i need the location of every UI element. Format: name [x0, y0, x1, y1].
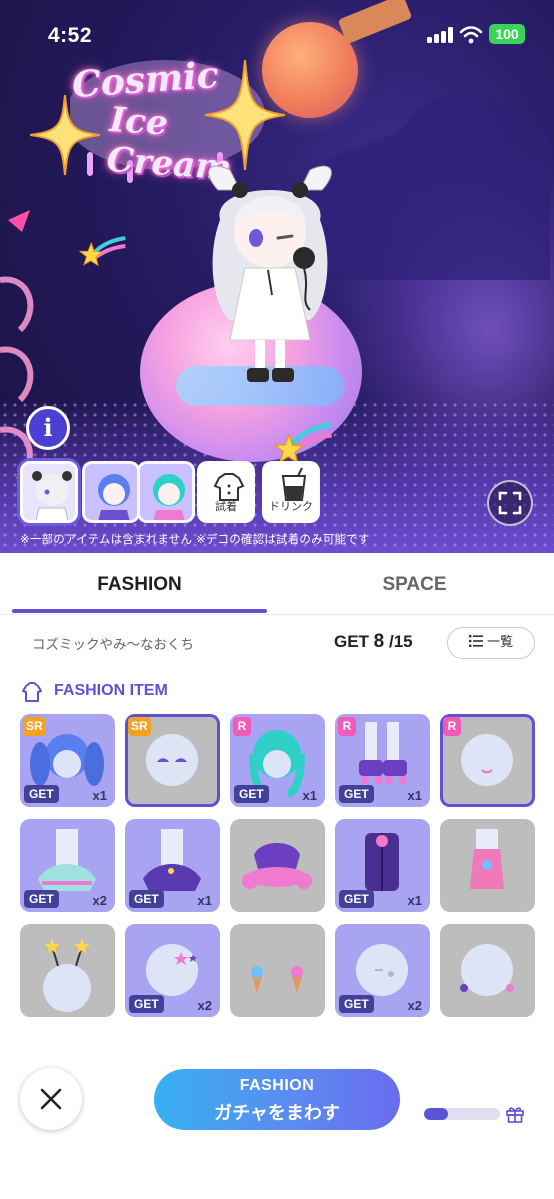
shooting-star-icon	[78, 236, 126, 267]
rarity-badge: R	[233, 717, 251, 736]
item-count: x2	[407, 998, 422, 1013]
item-tile[interactable]: R	[440, 714, 535, 807]
item-tile[interactable]: SR	[125, 714, 220, 807]
active-tab-indicator	[12, 609, 267, 613]
item-art	[470, 829, 504, 889]
thumbnail-avatar-2[interactable]	[82, 461, 140, 523]
item-tile[interactable]: R GET x1	[230, 714, 325, 807]
get-badge: GET	[339, 890, 374, 908]
item-art	[43, 938, 91, 1012]
item-tile[interactable]: SR GET x1	[20, 714, 115, 807]
get-badge: GET	[129, 890, 164, 908]
status-bar: 4:52 100	[0, 0, 554, 70]
avatar-character	[208, 165, 332, 382]
gift-progress-fill	[424, 1108, 449, 1120]
item-art	[460, 944, 514, 996]
item-art	[242, 843, 312, 889]
gift-icon[interactable]	[505, 1104, 525, 1124]
item-count: x2	[197, 998, 212, 1013]
item-count: x1	[92, 788, 107, 803]
item-tile[interactable]: GET x2	[335, 924, 430, 1017]
thumbnail-avatar-3[interactable]	[137, 461, 195, 523]
drink-button[interactable]: ドリンク	[262, 461, 320, 523]
signal-icon	[427, 27, 455, 43]
close-icon	[40, 1088, 62, 1110]
drink-icon	[281, 467, 307, 501]
item-art	[251, 966, 303, 994]
rarity-badge: SR	[23, 717, 46, 736]
item-count: x1	[197, 893, 212, 908]
gacha-name: コズミックやみ〜なおくち	[32, 637, 194, 653]
rarity-badge: SR	[128, 717, 151, 736]
get-badge: GET	[339, 785, 374, 803]
sparkle-icon	[205, 60, 285, 170]
item-tile[interactable]: GET x1	[335, 819, 430, 912]
item-tile[interactable]: GET x1	[125, 819, 220, 912]
expand-icon	[498, 491, 522, 515]
rarity-badge: R	[338, 717, 356, 736]
sparkle-icon	[30, 95, 100, 175]
section-title: FASHION ITEM	[54, 682, 168, 699]
get-badge: GET	[129, 995, 164, 1013]
item-tile[interactable]: GET x2	[125, 924, 220, 1017]
tab-space[interactable]: SPACE	[287, 553, 542, 615]
notice-text: ※一部のアイテムは含まれません ※デコの確認は試着のみ可能です	[20, 532, 370, 546]
tab-divider	[0, 614, 554, 615]
get-badge: GET	[234, 785, 269, 803]
rarity-badge: R	[443, 717, 461, 736]
get-badge: GET	[339, 995, 374, 1013]
info-button[interactable]: i	[26, 406, 70, 450]
item-count: x1	[407, 893, 422, 908]
list-icon	[468, 635, 483, 647]
item-tile[interactable]	[230, 924, 325, 1017]
tab-fashion[interactable]: FASHION	[12, 553, 267, 615]
item-tile[interactable]: R GET x1	[335, 714, 430, 807]
battery-indicator: 100	[489, 24, 525, 44]
status-time: 4:52	[48, 24, 93, 47]
get-badge: GET	[24, 890, 59, 908]
gift-progress-bar	[424, 1108, 500, 1120]
item-count: x1	[302, 788, 317, 803]
shirt-icon	[22, 682, 42, 702]
item-count: x2	[92, 893, 107, 908]
hero-banner: Cosmic Ice Cream 4:52 100 i 試着 ドリンク ※一部の…	[0, 0, 554, 553]
item-tile[interactable]	[440, 819, 535, 912]
shirt-icon	[213, 473, 245, 501]
category-tabs: FASHION SPACE	[0, 553, 554, 615]
close-button[interactable]	[20, 1068, 82, 1130]
item-tile[interactable]	[230, 819, 325, 912]
item-tile[interactable]: GET x2	[20, 819, 115, 912]
fullscreen-button[interactable]	[487, 480, 533, 526]
list-button[interactable]: 一覧	[447, 627, 535, 659]
item-tile[interactable]	[20, 924, 115, 1017]
gacha-summary: コズミックやみ〜なおくち GET 8 /15 一覧	[0, 620, 554, 666]
get-badge: GET	[24, 785, 59, 803]
item-count: x1	[407, 788, 422, 803]
thumbnail-avatar-1[interactable]	[20, 461, 78, 523]
collection-progress: GET 8 /15	[334, 631, 413, 652]
try-on-button[interactable]: 試着	[197, 461, 255, 523]
item-tile[interactable]	[440, 924, 535, 1017]
spin-gacha-button[interactable]: FASHION ガチャをまわす	[154, 1069, 400, 1130]
wifi-icon	[459, 26, 483, 44]
